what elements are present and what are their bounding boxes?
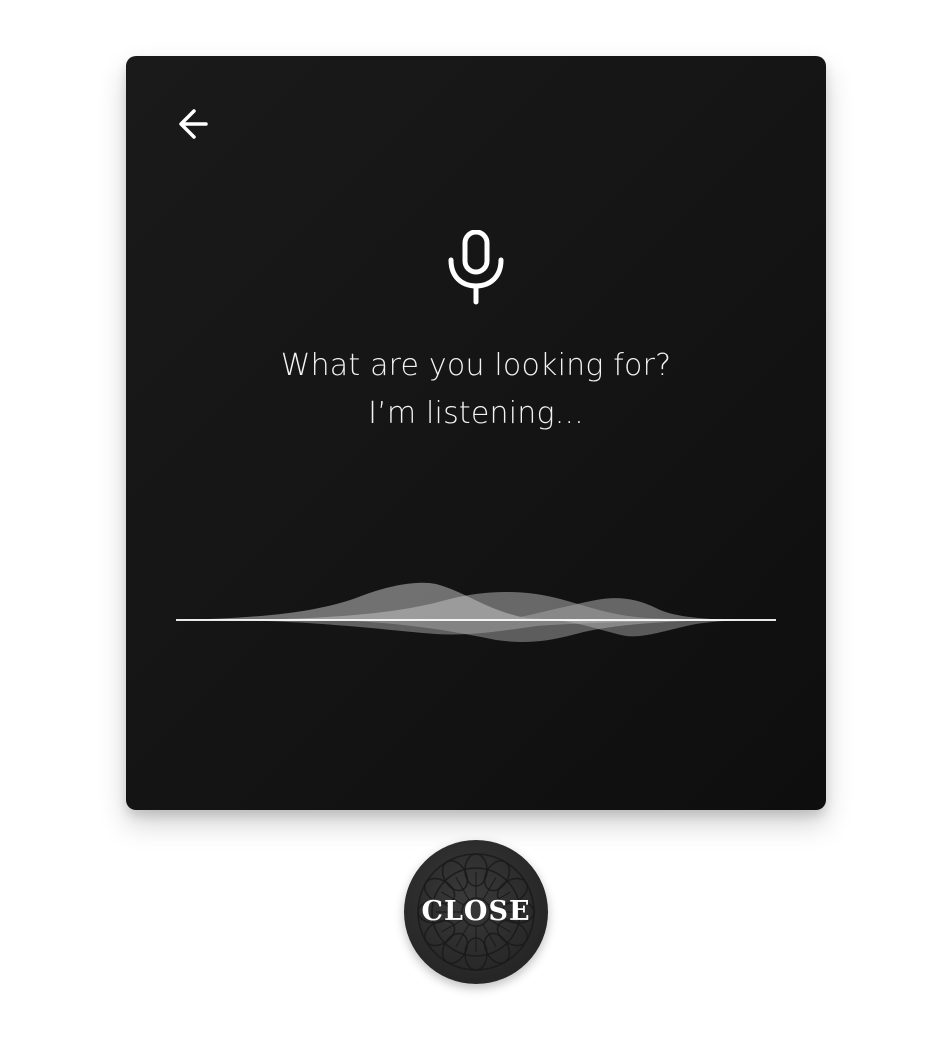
close-button[interactable]: CLOSE (404, 840, 548, 984)
prompt-status: I’m listening... (368, 396, 584, 431)
prompt-question: What are you looking for? (280, 348, 672, 383)
voice-waveform (176, 570, 776, 660)
close-button-label: CLOSE (421, 896, 531, 927)
voice-search-dialog: What are you looking for? I’m listening.… (126, 56, 826, 810)
voice-search-screen: What are you looking for? I’m listening.… (0, 0, 952, 1044)
arrow-left-icon (179, 109, 208, 139)
microphone-icon (446, 230, 506, 306)
back-button[interactable] (172, 102, 216, 146)
listening-prompt: What are you looking for? I’m listening.… (126, 342, 826, 438)
